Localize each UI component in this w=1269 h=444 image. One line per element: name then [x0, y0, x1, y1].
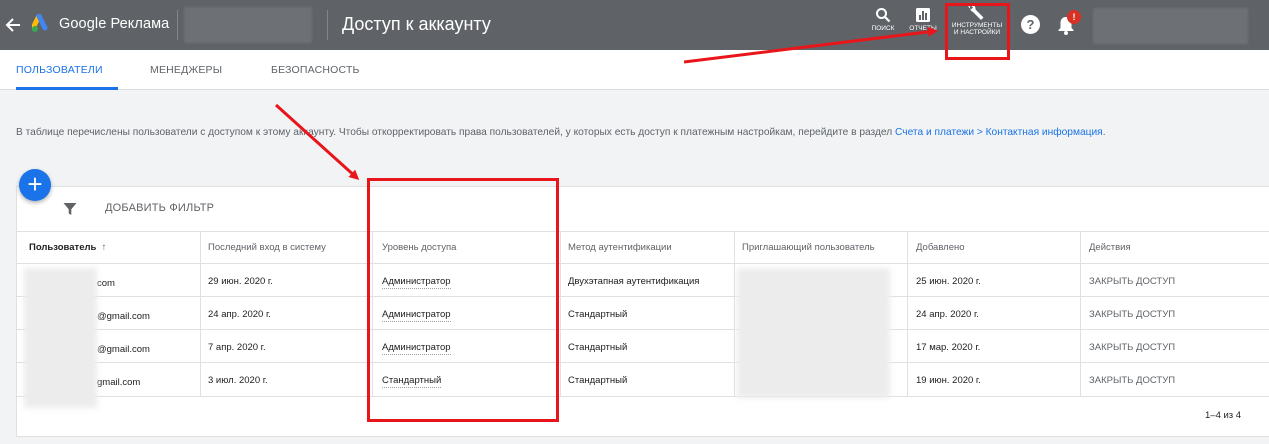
description-end: .: [1102, 127, 1106, 138]
tab-security[interactable]: Безопасность: [271, 50, 360, 90]
last-login-date: 7 апр. 2020 г.: [208, 342, 266, 353]
revoke-access-button[interactable]: Закрыть доступ: [1089, 309, 1175, 320]
column-divider: [200, 231, 201, 396]
user-email: @gmail.com: [97, 344, 150, 355]
last-login-date: 24 апр. 2020 г.: [208, 309, 271, 320]
table-header-top-border: [16, 231, 1269, 232]
add-filter-button[interactable]: Добавить фильтр: [105, 202, 214, 214]
table-header-bottom-border: [16, 263, 1269, 264]
column-header-inviter[interactable]: Приглашающий пользователь: [742, 242, 875, 253]
pagination-range: 1–4 из 4: [1205, 410, 1242, 421]
revoke-access-button[interactable]: Закрыть доступ: [1089, 276, 1175, 287]
divider: [327, 10, 328, 40]
description-text: В таблице перечислены пользователи с дос…: [16, 127, 1106, 138]
user-email: gmail.com: [97, 377, 141, 388]
added-date: 24 апр. 2020 г.: [916, 309, 979, 320]
tab-bar: Пользователи Менеджеры Безопасность: [0, 50, 1269, 90]
search-icon: [876, 8, 891, 23]
auth-method: Стандартный: [568, 342, 628, 353]
row-divider: [16, 296, 1269, 297]
account-selector[interactable]: [184, 7, 312, 43]
divider: [177, 10, 178, 40]
added-date: 19 июн. 2020 г.: [916, 375, 981, 386]
reports-icon: [916, 8, 930, 22]
user-email: @gmail.com: [97, 311, 150, 322]
added-date: 17 мар. 2020 г.: [916, 342, 981, 353]
search-button[interactable]: поиск: [868, 6, 898, 46]
add-user-button[interactable]: +: [19, 169, 51, 201]
user-account[interactable]: [1093, 8, 1248, 44]
column-header-added[interactable]: Добавлено: [916, 242, 965, 253]
row-divider: [16, 362, 1269, 363]
users-table-card: [16, 186, 1269, 437]
description-body: В таблице перечислены пользователи с дос…: [16, 127, 896, 138]
tab-managers[interactable]: Менеджеры: [150, 50, 222, 90]
page-title: Доступ к аккаунту: [342, 14, 491, 34]
reports-button[interactable]: отчеты: [906, 6, 940, 46]
help-icon[interactable]: ?: [1021, 15, 1040, 34]
row-divider: [16, 329, 1269, 330]
column-header-user[interactable]: Пользователь ↑: [29, 242, 106, 253]
added-date: 25 июн. 2020 г.: [916, 276, 981, 287]
auth-method: Стандартный: [568, 309, 628, 320]
revoke-access-button[interactable]: Закрыть доступ: [1089, 375, 1175, 386]
search-label: поиск: [871, 25, 895, 32]
revoke-access-button[interactable]: Закрыть доступ: [1089, 342, 1175, 353]
brand-name: Google Реклама: [59, 16, 170, 32]
back-arrow-icon[interactable]: [4, 13, 24, 37]
row-divider: [16, 396, 1269, 397]
column-divider: [734, 231, 735, 396]
filter-icon[interactable]: [63, 202, 77, 216]
arrow-to-access-level: [274, 103, 360, 181]
column-header-actions: Действия: [1089, 242, 1131, 253]
sort-ascending-icon[interactable]: ↑: [102, 242, 107, 253]
column-divider: [560, 231, 561, 396]
billing-contact-link[interactable]: Счета и платежи > Контактная информация: [895, 127, 1103, 138]
reports-label: отчеты: [909, 25, 937, 32]
tab-users[interactable]: Пользователи: [16, 50, 118, 90]
auth-method: Двухэтапная аутентификация: [568, 276, 700, 287]
column-header-user-label: Пользователь: [29, 242, 97, 253]
redacted-user-emails: [24, 268, 97, 408]
column-divider: [907, 231, 908, 396]
last-login-date: 29 июн. 2020 г.: [208, 276, 273, 287]
last-login-date: 3 июл. 2020 г.: [208, 375, 268, 386]
column-header-auth-method[interactable]: Метод аутентификации: [568, 242, 672, 253]
user-email: com: [97, 278, 115, 289]
top-bar: Google Реклама Доступ к аккаунту поиск о…: [0, 0, 1269, 50]
redacted-inviter-names: [737, 268, 890, 398]
column-header-last-login[interactable]: Последний вход в систему: [208, 242, 326, 253]
auth-method: Стандартный: [568, 375, 628, 386]
google-ads-logo-icon: [32, 14, 48, 32]
notification-badge: !: [1067, 10, 1081, 24]
column-divider: [1080, 231, 1081, 396]
annotation-highlight-access-level: [367, 178, 559, 422]
annotation-highlight-tools: [945, 3, 1010, 60]
